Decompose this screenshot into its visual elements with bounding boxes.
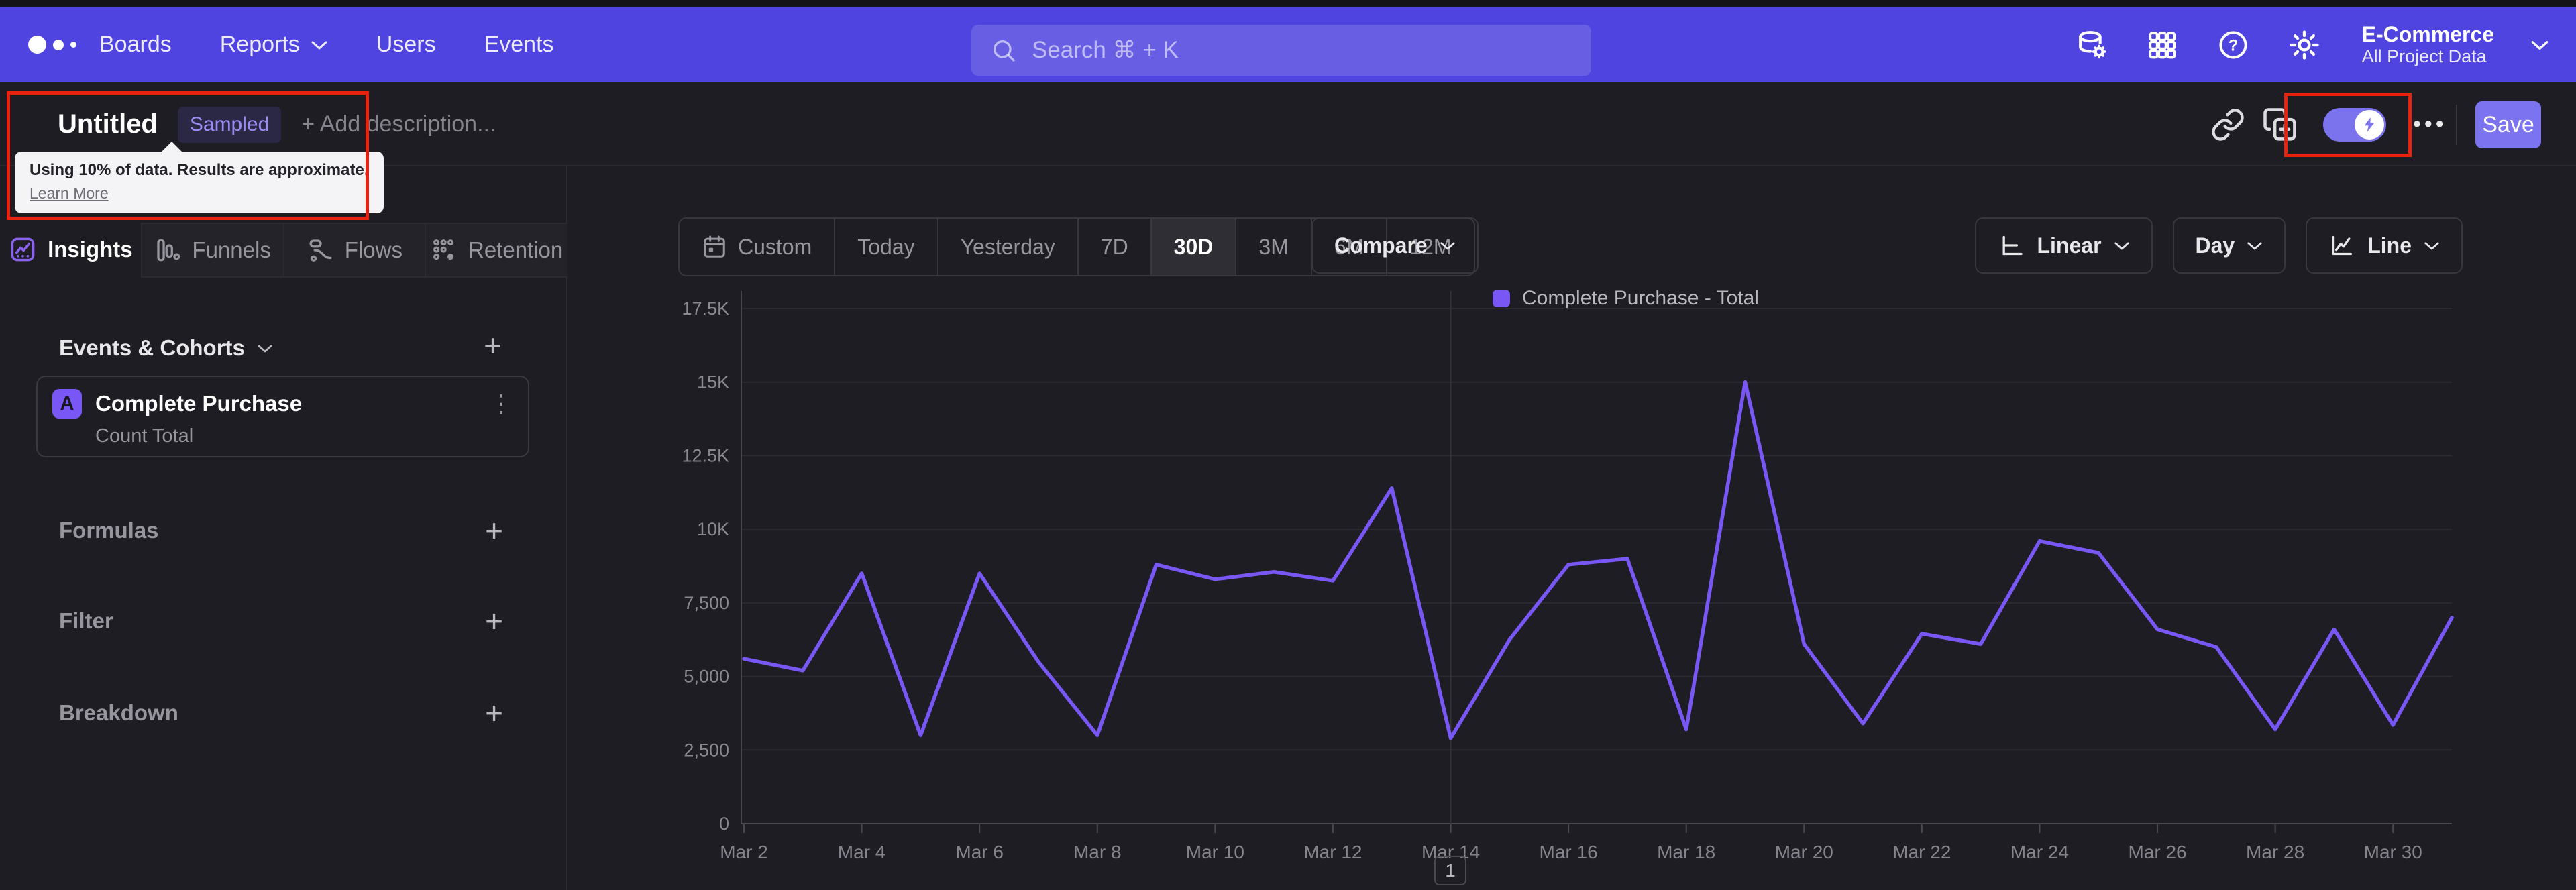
window-edge — [0, 0, 2576, 7]
svg-text:7,500: 7,500 — [684, 593, 729, 613]
tab-retention[interactable]: Retention — [425, 223, 567, 278]
add-breakdown-button[interactable]: + — [485, 698, 503, 728]
svg-text:17.5K: 17.5K — [682, 298, 729, 319]
svg-text:Mar 4: Mar 4 — [838, 842, 886, 863]
svg-text:?: ? — [2228, 36, 2238, 54]
report-title[interactable]: Untitled — [58, 109, 158, 140]
formulas-section: Formulas + — [59, 515, 503, 546]
filter-section: Filter + — [59, 606, 503, 636]
nav-item-events[interactable]: Events — [484, 32, 554, 58]
add-description-field[interactable]: + Add description... — [301, 111, 496, 137]
chevron-down-icon[interactable] — [2530, 39, 2549, 51]
svg-text:Mar 30: Mar 30 — [2364, 842, 2422, 863]
learn-more-link[interactable]: Learn More — [30, 184, 109, 203]
svg-text:0: 0 — [719, 814, 729, 834]
sampling-tooltip: Using 10% of data. Results are approxima… — [15, 142, 384, 213]
divider — [2456, 105, 2457, 145]
breakdown-section: Breakdown + — [59, 698, 503, 728]
svg-text:Mar 12: Mar 12 — [1303, 842, 1362, 863]
nav-item-reports[interactable]: Reports — [220, 32, 328, 58]
tab-flows[interactable]: Flows — [282, 223, 425, 278]
sampling-toggle[interactable] — [2323, 108, 2386, 142]
svg-text:Mar 22: Mar 22 — [1892, 842, 1951, 863]
flows-icon — [309, 239, 332, 262]
add-event-button[interactable]: + — [484, 330, 502, 361]
query-sidebar: Insights Funnels Flows Retention Events … — [0, 166, 567, 890]
event-options-kebab-icon[interactable]: ⋮ — [489, 392, 513, 416]
save-button[interactable]: Save — [2475, 101, 2541, 148]
chart-panel: Custom Today Yesterday 7D 30D 3M 6M 12M … — [567, 166, 2576, 890]
filter-label: Filter — [59, 608, 113, 633]
svg-text:2,500: 2,500 — [684, 740, 729, 760]
chevron-down-icon — [258, 344, 272, 352]
add-formula-button[interactable]: + — [485, 515, 503, 546]
lightning-bolt-icon — [2364, 117, 2375, 132]
event-card[interactable]: A Complete Purchase ⋮ Count Total — [36, 376, 529, 457]
sampled-badge[interactable]: Sampled — [177, 106, 282, 143]
page-indicator[interactable]: 1 — [1434, 856, 1466, 885]
formulas-label: Formulas — [59, 518, 159, 543]
events-cohorts-header[interactable]: Events & Cohorts — [59, 335, 503, 361]
svg-text:10K: 10K — [697, 519, 729, 539]
line-chart[interactable]: 0 2,500 5,000 7,500 10K 12.5K 15K 17.5K Mar 2 Mar… — [567, 166, 2576, 890]
search-placeholder: Search ⌘ + K — [1032, 37, 1179, 63]
svg-text:Mar 24: Mar 24 — [2010, 842, 2069, 863]
report-header-bar: Untitled Sampled + Add description... ••… — [0, 82, 2576, 166]
top-nav: Boards Reports Users Events Search ⌘ + K… — [0, 7, 2576, 82]
event-metric[interactable]: Count Total — [95, 425, 513, 447]
settings-gear-icon[interactable] — [2287, 27, 2322, 62]
project-switcher[interactable]: E-Commerce All Project Data — [2362, 22, 2494, 68]
event-name[interactable]: Complete Purchase — [95, 391, 302, 416]
nav-item-users[interactable]: Users — [376, 32, 436, 58]
svg-text:Mar 18: Mar 18 — [1657, 842, 1715, 863]
more-options-button[interactable]: ••• — [2413, 82, 2447, 166]
add-to-board-icon[interactable] — [2262, 82, 2298, 166]
mixpanel-logo-icon[interactable] — [28, 7, 76, 82]
svg-text:12.5K: 12.5K — [682, 445, 729, 465]
project-subtitle: All Project Data — [2361, 46, 2487, 67]
copy-link-icon[interactable] — [2210, 82, 2245, 166]
tooltip-text: Using 10% of data. Results are approxima… — [30, 161, 369, 179]
svg-text:Mar 2: Mar 2 — [720, 842, 768, 863]
content-area: Insights Funnels Flows Retention Events … — [0, 166, 2576, 890]
svg-text:Mar 16: Mar 16 — [1540, 842, 1598, 863]
project-name: E-Commerce — [2361, 21, 2494, 46]
insights-icon — [11, 237, 35, 262]
svg-text:Mar 10: Mar 10 — [1186, 842, 1244, 863]
svg-text:Mar 6: Mar 6 — [955, 842, 1004, 863]
apps-grid-icon[interactable] — [2145, 27, 2180, 62]
search-icon — [994, 40, 1015, 62]
svg-text:Mar 26: Mar 26 — [2128, 842, 2186, 863]
svg-text:15K: 15K — [697, 372, 729, 392]
nav-item-boards[interactable]: Boards — [99, 32, 172, 58]
svg-text:5,000: 5,000 — [684, 667, 729, 687]
svg-text:Mar 28: Mar 28 — [2246, 842, 2304, 863]
add-filter-button[interactable]: + — [485, 606, 503, 636]
funnels-icon — [157, 239, 180, 262]
tab-funnels[interactable]: Funnels — [140, 223, 283, 278]
svg-text:Mar 20: Mar 20 — [1775, 842, 1833, 863]
series-letter-badge: A — [52, 389, 82, 419]
tab-insights[interactable]: Insights — [0, 223, 141, 278]
help-icon[interactable]: ? — [2216, 27, 2251, 62]
search-input[interactable]: Search ⌘ + K — [971, 25, 1591, 76]
chevron-down-icon — [311, 41, 327, 49]
breakdown-label: Breakdown — [59, 700, 178, 725]
data-management-icon[interactable] — [2074, 27, 2108, 62]
report-type-tabs: Insights Funnels Flows Retention — [0, 223, 567, 278]
retention-icon — [433, 239, 454, 260]
svg-text:Mar 8: Mar 8 — [1073, 842, 1122, 863]
